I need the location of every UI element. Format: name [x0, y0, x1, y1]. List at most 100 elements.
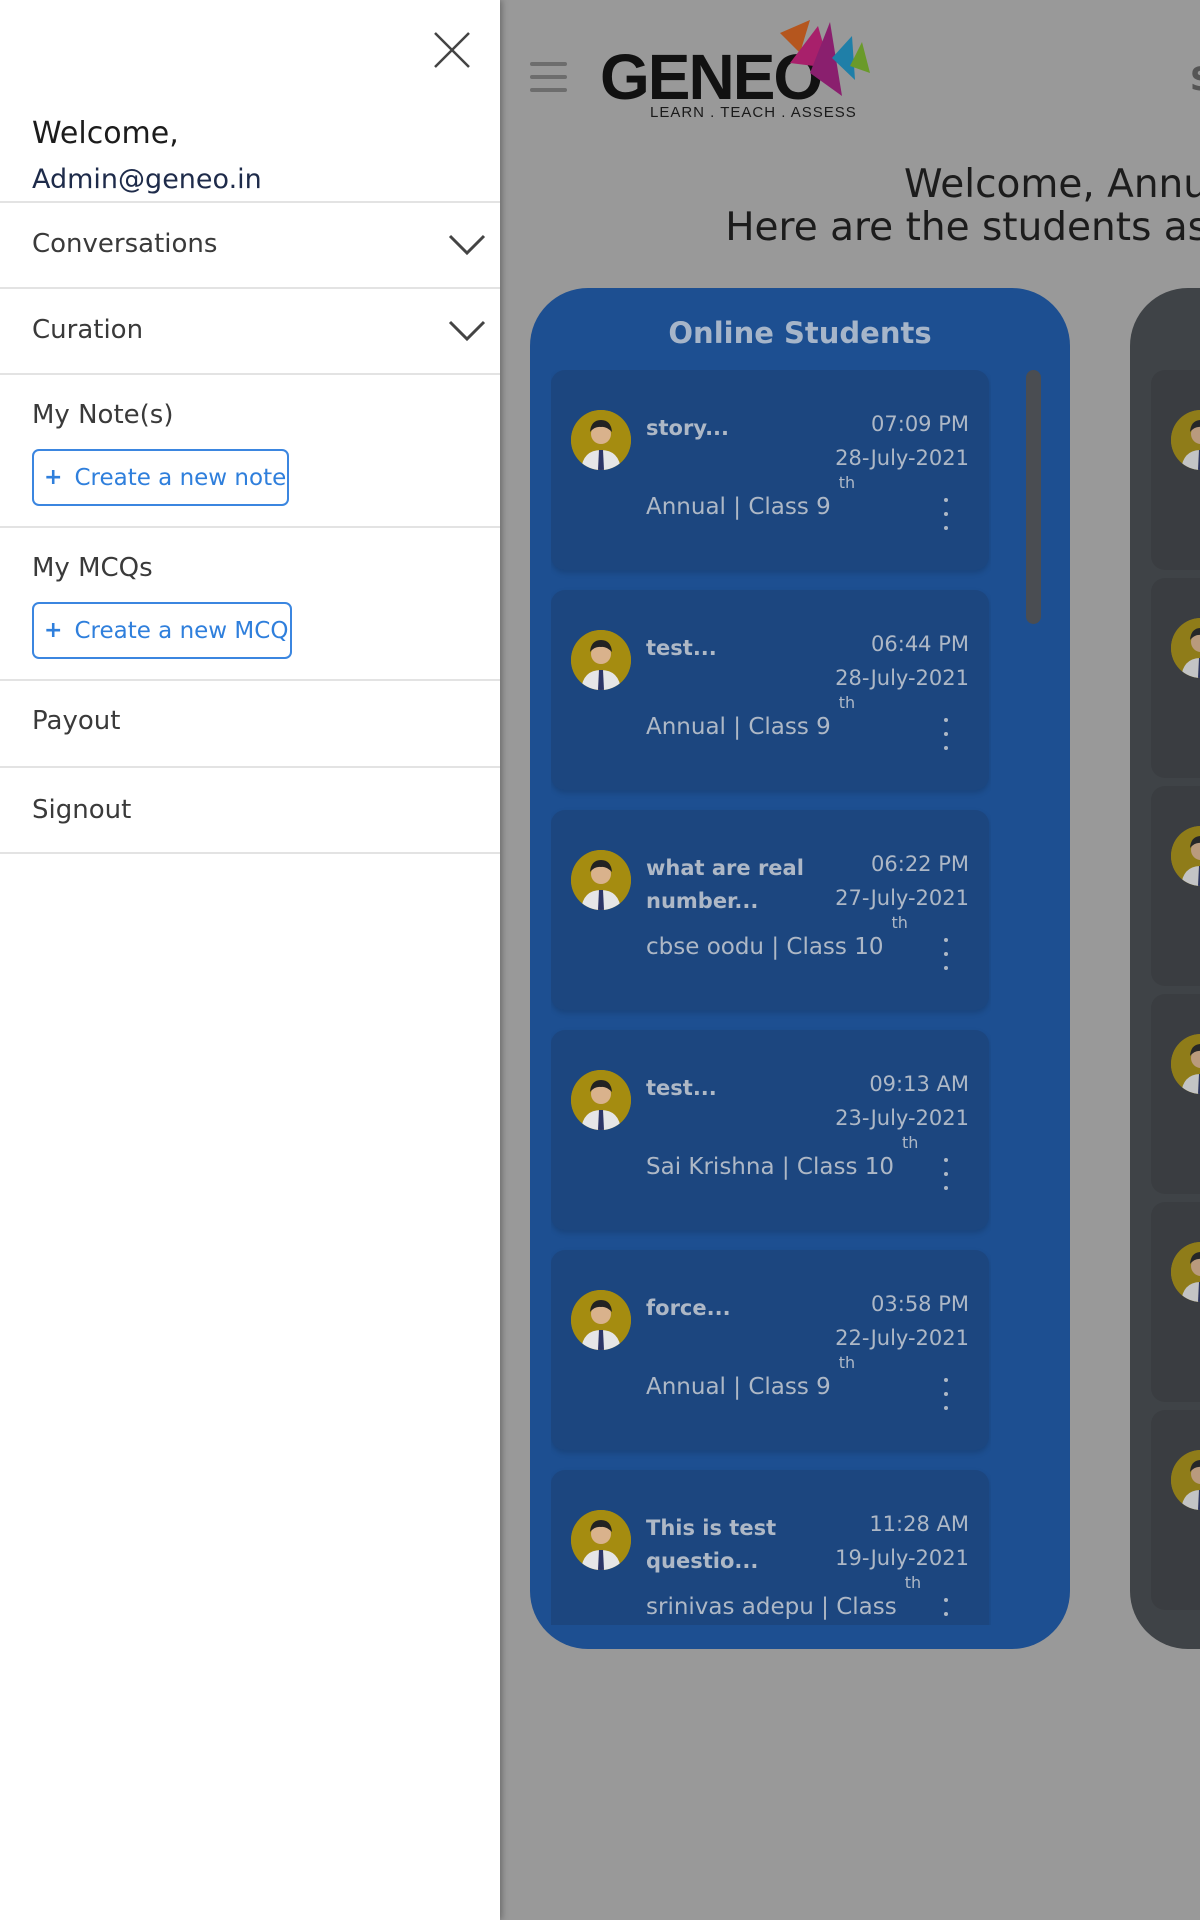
item-date: 22-July-2021 — [835, 1326, 969, 1350]
item-time: 06:44 PM — [871, 632, 969, 656]
second-card-item[interactable] — [1151, 1202, 1200, 1402]
item-subtitle-text: srinivas adepu | Class — [646, 1594, 897, 1620]
plus-icon: + — [44, 465, 63, 490]
item-date: 19-July-2021 — [835, 1546, 969, 1570]
item-subtitle: srinivas adepu | Class th — [646, 1573, 921, 1620]
student-avatar-icon — [1171, 618, 1200, 678]
date-suffix: th — [902, 1133, 919, 1152]
item-title: story... — [646, 416, 730, 440]
second-card-item[interactable] — [1151, 786, 1200, 986]
item-title: test... — [646, 636, 717, 660]
item-date: 27-July-2021 — [835, 886, 969, 910]
item-title: test... — [646, 1076, 717, 1100]
student-avatar-icon — [571, 1290, 631, 1350]
kebab-menu-icon[interactable] — [943, 498, 949, 530]
date-suffix: th — [891, 913, 908, 932]
create-note-button[interactable]: + Create a new note — [32, 449, 289, 506]
divider — [0, 201, 500, 203]
user-email: Admin@geneo.in — [32, 164, 262, 195]
item-time: 06:22 PM — [871, 852, 969, 876]
item-time: 09:13 AM — [869, 1072, 969, 1096]
date-suffix: th — [838, 693, 856, 712]
item-time: 03:58 PM — [871, 1292, 969, 1316]
second-card-item[interactable] — [1151, 578, 1200, 778]
divider — [0, 852, 500, 854]
student-list-item[interactable]: test... 06:44 PM 28-July-2021 Annual | C… — [551, 590, 989, 790]
student-avatar-icon — [571, 1510, 631, 1570]
item-subtitle-text: cbse oodu | Class 10 — [646, 934, 884, 960]
date-suffix: th — [838, 473, 856, 492]
student-avatar-icon — [571, 630, 631, 690]
kebab-menu-icon[interactable] — [943, 1598, 949, 1625]
student-list: story... 07:09 PM 28-July-2021 Annual | … — [551, 370, 991, 1625]
menu-my-notes[interactable]: My Note(s) — [32, 400, 173, 430]
item-subtitle: Annual | Class 9 th — [646, 1353, 855, 1400]
item-time: 11:28 AM — [869, 1512, 969, 1536]
menu-payout[interactable]: Payout — [32, 706, 120, 736]
student-avatar-icon — [1171, 1034, 1200, 1094]
item-subtitle-text: Sai Krishna | Class 10 — [646, 1154, 895, 1180]
kebab-menu-icon[interactable] — [943, 1378, 949, 1410]
student-list-item[interactable]: story... 07:09 PM 28-July-2021 Annual | … — [551, 370, 989, 570]
item-time: 07:09 PM — [871, 412, 969, 436]
scrollbar[interactable] — [1026, 370, 1041, 624]
student-avatar-icon — [1171, 1242, 1200, 1302]
item-subtitle-text: Annual | Class 9 — [646, 714, 831, 740]
menu-curation[interactable]: Curation — [32, 315, 143, 345]
dashboard-background: GENEO LEARN . TEACH . ASSESS S Welcome, … — [500, 0, 1200, 1920]
item-subtitle: Sai Krishna | Class 10 th — [646, 1133, 918, 1180]
logo-tagline: LEARN . TEACH . ASSESS — [650, 104, 857, 121]
second-card — [1130, 288, 1200, 1649]
student-avatar-icon — [571, 410, 631, 470]
divider — [0, 287, 500, 289]
chevron-down-icon[interactable] — [448, 320, 486, 342]
logo-triangles-icon — [780, 20, 870, 96]
menu-signout[interactable]: Signout — [32, 795, 131, 825]
item-title: force... — [646, 1296, 731, 1320]
student-avatar-icon — [1171, 826, 1200, 886]
student-list-item[interactable]: what are real number... 06:22 PM 27-July… — [551, 810, 989, 1010]
student-list-item[interactable]: This is test questio... 11:28 AM 19-July… — [551, 1470, 989, 1625]
welcome-line-2: Here are the students as — [725, 205, 1200, 250]
student-list-item[interactable]: test... 09:13 AM 23-July-2021 Sai Krishn… — [551, 1030, 989, 1230]
card-title: Online Students — [668, 316, 932, 350]
create-mcq-label: Create a new MCQ — [74, 617, 289, 644]
create-note-label: Create a new note — [74, 464, 287, 491]
item-title: what are real number... — [646, 856, 804, 913]
student-avatar-icon — [571, 850, 631, 910]
second-card-item[interactable] — [1151, 1410, 1200, 1610]
student-avatar-icon — [1171, 1450, 1200, 1510]
navigation-drawer: Welcome, Admin@geneo.in Conversations Cu… — [0, 0, 500, 1920]
plus-icon: + — [44, 618, 63, 643]
close-icon[interactable] — [432, 30, 472, 70]
divider — [0, 526, 500, 528]
item-date: 28-July-2021 — [835, 446, 969, 470]
item-subtitle: Annual | Class 9 th — [646, 693, 855, 740]
student-list-item[interactable]: force... 03:58 PM 22-July-2021 Annual | … — [551, 1250, 989, 1450]
item-title: This is test questio... — [646, 1516, 777, 1573]
divider — [0, 679, 500, 681]
second-card-item[interactable] — [1151, 370, 1200, 570]
student-avatar-icon — [571, 1070, 631, 1130]
divider — [0, 766, 500, 768]
online-students-card: Online Students story... 07:09 PM 28-Jul… — [530, 288, 1070, 1649]
hamburger-menu-icon[interactable] — [530, 62, 567, 92]
date-suffix: th — [838, 1353, 856, 1372]
geneo-logo: GENEO LEARN . TEACH . ASSESS — [600, 18, 890, 123]
kebab-menu-icon[interactable] — [943, 718, 949, 750]
kebab-menu-icon[interactable] — [943, 938, 949, 970]
item-date: 23-July-2021 — [835, 1106, 969, 1130]
date-suffix: th — [904, 1573, 922, 1592]
menu-conversations[interactable]: Conversations — [32, 229, 217, 259]
menu-my-mcqs[interactable]: My MCQs — [32, 553, 153, 583]
item-subtitle-text: Annual | Class 9 — [646, 1374, 831, 1400]
divider — [0, 373, 500, 375]
item-subtitle: Annual | Class 9 th — [646, 473, 855, 520]
kebab-menu-icon[interactable] — [943, 1158, 949, 1190]
student-avatar-icon — [1171, 410, 1200, 470]
welcome-line-1: Welcome, Annu — [903, 162, 1200, 207]
drawer-welcome: Welcome, — [32, 116, 179, 151]
create-mcq-button[interactable]: + Create a new MCQ — [32, 602, 292, 659]
second-card-item[interactable] — [1151, 994, 1200, 1194]
chevron-down-icon[interactable] — [448, 234, 486, 256]
